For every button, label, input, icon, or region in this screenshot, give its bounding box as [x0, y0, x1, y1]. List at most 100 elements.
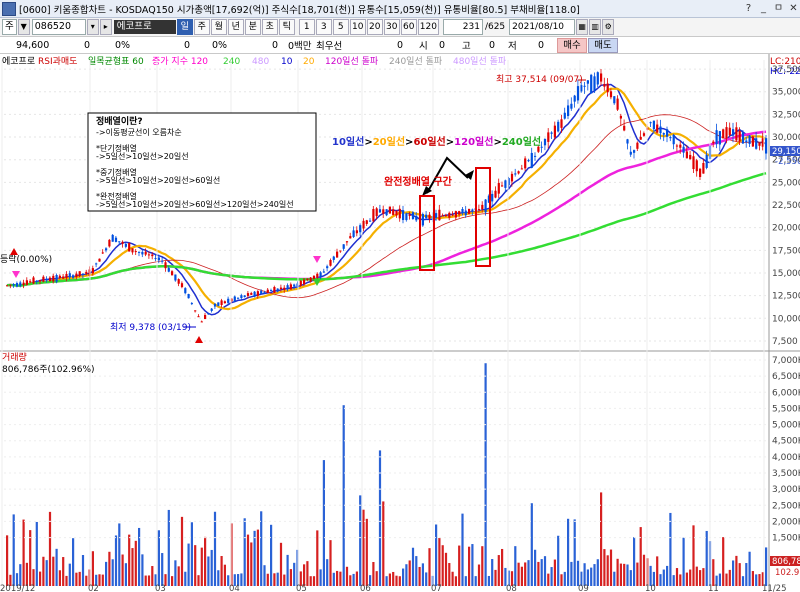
candle-body	[121, 241, 124, 244]
candle-body	[494, 190, 497, 198]
volume-bar	[243, 518, 246, 586]
price-tick-8: 17,500	[772, 246, 800, 256]
volume-bar	[35, 521, 38, 586]
volume-bar	[576, 560, 580, 586]
candle-body	[359, 225, 362, 233]
candle-body	[705, 154, 708, 168]
candle-body	[42, 276, 45, 282]
legend-item-3: 증가 지수 120	[152, 56, 208, 67]
volume-bar	[675, 568, 679, 586]
ma-order-text: 10일선>20일선>60일선>120일선>240일선	[332, 135, 541, 148]
volume-bar	[735, 555, 738, 586]
volume-bar	[550, 567, 553, 586]
volume-bar	[250, 542, 253, 586]
candle-body	[527, 160, 530, 162]
candle-body	[339, 250, 342, 252]
candle-body	[576, 86, 580, 101]
volume-bar	[62, 557, 65, 586]
volume-tick-11: 1,500K	[772, 534, 800, 544]
box-line-9: ->5일선>10일선>20일선>60일선>120일선>240일선	[96, 200, 294, 209]
left-label: 등락(0.00%)	[0, 253, 52, 265]
candle-body	[586, 80, 589, 84]
volume-bar	[326, 559, 329, 586]
box-title: 정배열이란?	[96, 115, 143, 127]
candle-body	[501, 185, 504, 187]
volume-bar	[405, 564, 408, 586]
volume-bar	[553, 559, 556, 586]
volume-tick-9: 2,500K	[772, 501, 800, 511]
candle-body	[573, 95, 576, 102]
candle-body	[626, 139, 629, 144]
volume-bar	[514, 546, 517, 586]
legend-item-5: 480	[252, 57, 269, 67]
volume-bar	[669, 512, 672, 586]
x-tick-5: 06	[360, 584, 371, 592]
candle-body	[111, 234, 114, 242]
candle-body	[227, 298, 230, 303]
candle-body	[177, 279, 180, 284]
candle-body	[758, 142, 761, 146]
volume-bar	[524, 562, 527, 586]
volume-bar	[270, 524, 273, 586]
candle-body	[246, 293, 250, 296]
volume-bar	[705, 530, 708, 586]
candle-body	[131, 248, 134, 253]
candle-body	[81, 273, 85, 275]
price-tick-10: 12,500	[772, 292, 800, 302]
volume-bar	[190, 522, 193, 586]
volume-bar	[352, 573, 355, 586]
candle-body	[200, 321, 203, 323]
box-line-3: ->5일선>10일선>20일선	[96, 152, 189, 161]
candle-body	[29, 281, 32, 283]
candle-body	[718, 131, 721, 145]
volume-bar	[616, 558, 619, 586]
volume-bar	[283, 574, 286, 586]
x-tick-6: 07	[431, 584, 442, 592]
candle-body	[91, 268, 94, 274]
candle-body	[9, 284, 12, 286]
volume-bar	[494, 569, 497, 586]
volume-bar	[213, 511, 217, 586]
volume-bar	[560, 574, 563, 586]
volume-bar	[345, 566, 349, 586]
volume-bar	[666, 565, 669, 586]
candle-body	[118, 241, 121, 243]
volume-bar	[204, 536, 207, 586]
ma-order-part-0: 10일선	[332, 135, 364, 148]
candle-body	[316, 273, 319, 278]
volume-bar	[72, 538, 75, 586]
last-volume-label: 806,786	[772, 557, 800, 567]
volume-bar	[573, 519, 576, 586]
volume-tick-3: 5,500K	[772, 404, 800, 414]
volume-bar	[81, 555, 85, 586]
volume-bar	[619, 563, 622, 586]
candle-body	[606, 83, 609, 93]
volume-bar	[118, 523, 121, 586]
legend-item-10: 480일선 돌파	[453, 56, 507, 67]
volume-bar	[428, 548, 431, 586]
candle-body	[530, 152, 533, 168]
price-tick-12: 7,500	[772, 337, 798, 347]
volume-bar	[68, 563, 71, 586]
volume-bar	[468, 546, 471, 586]
x-tick-10: 11	[708, 584, 719, 592]
price-tick-9: 15,000	[772, 269, 800, 279]
volume-bar	[273, 573, 276, 586]
candle-body	[72, 275, 75, 278]
volume-bar	[12, 514, 15, 586]
candle-body	[6, 285, 9, 287]
volume-bar	[540, 559, 543, 586]
volume-bar	[537, 561, 540, 586]
candle-body	[161, 260, 164, 262]
candle-body	[504, 180, 507, 188]
candle-body	[299, 280, 302, 286]
candle-body	[550, 132, 553, 134]
candle-body	[260, 290, 263, 295]
price-tick-3: 30,000	[772, 133, 800, 143]
candle-body	[679, 144, 682, 148]
x-tick-0: 2019/12	[0, 584, 35, 592]
volume-bar	[679, 574, 682, 586]
candle-body	[55, 274, 58, 282]
volume-bar	[378, 450, 382, 586]
candle-body	[451, 214, 454, 216]
